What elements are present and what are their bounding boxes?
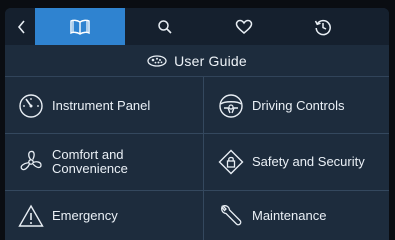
menu-item-label: Comfort and Convenience xyxy=(52,147,128,176)
gauge-icon xyxy=(18,93,44,119)
menu-item-driving-controls[interactable]: Driving Controls xyxy=(204,78,389,133)
menu-item-label: Emergency xyxy=(52,208,118,223)
tab-search[interactable] xyxy=(125,8,205,45)
tab-favorites[interactable] xyxy=(205,8,283,45)
history-icon xyxy=(314,19,331,35)
menu-item-label: Instrument Panel xyxy=(52,97,151,113)
top-navigation-bar xyxy=(5,8,389,45)
tab-user-guide[interactable] xyxy=(35,8,125,45)
menu-item-safety-and-security[interactable]: Safety and Security xyxy=(204,134,389,190)
search-icon xyxy=(158,19,172,34)
menu-item-label: Safety and Security xyxy=(252,154,365,169)
brand-logo-icon xyxy=(147,54,167,67)
menu-item-instrument-panel[interactable]: Instrument Panel xyxy=(5,78,203,133)
menu-item-label: Driving Controls xyxy=(252,97,345,113)
wrench-icon xyxy=(218,203,244,229)
back-button[interactable] xyxy=(9,8,35,45)
menu-item-label: Maintenance xyxy=(252,208,327,223)
menu-item-maintenance[interactable]: Maintenance xyxy=(204,191,389,240)
menu-item-comfort-and-convenience[interactable]: Comfort and Convenience xyxy=(5,134,203,190)
lock-diamond-icon xyxy=(218,149,244,175)
page-header: User Guide xyxy=(5,45,389,77)
warning-triangle-icon xyxy=(18,204,44,228)
menu-item-emergency[interactable]: Emergency xyxy=(5,191,203,240)
page-title: User Guide xyxy=(174,52,247,69)
heart-icon xyxy=(235,19,253,34)
tab-history[interactable] xyxy=(283,8,363,45)
user-guide-screen: User Guide Instrument Panel Driving Cont… xyxy=(5,8,389,240)
open-book-icon xyxy=(70,19,90,35)
fan-icon xyxy=(18,149,44,175)
steering-wheel-icon xyxy=(218,93,244,119)
chevron-left-icon xyxy=(17,19,25,34)
